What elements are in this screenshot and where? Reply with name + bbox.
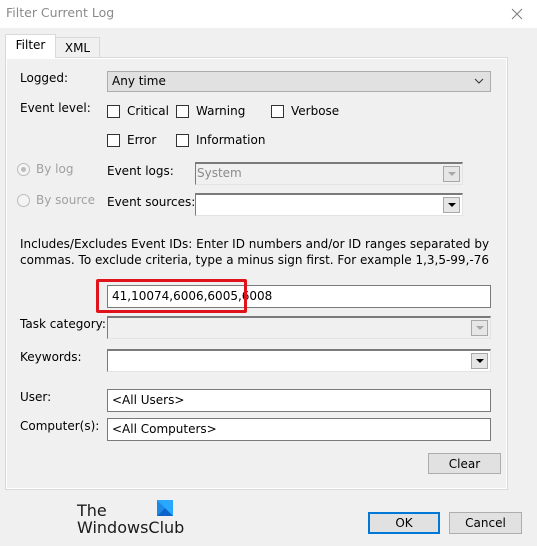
checkbox-box[interactable] bbox=[107, 133, 120, 147]
by-source-radio[interactable]: By source bbox=[17, 193, 95, 207]
title-bar: Filter Current Log bbox=[0, 0, 537, 28]
logged-select[interactable]: Any time bbox=[107, 71, 491, 92]
information-checkbox[interactable]: Information bbox=[176, 133, 265, 147]
by-log-label: By log bbox=[36, 162, 74, 176]
event-ids-input[interactable]: 41,10074,6006,6005,6008 bbox=[107, 285, 491, 308]
event-level-label: Event level: bbox=[20, 101, 91, 115]
critical-checkbox[interactable]: Critical bbox=[107, 104, 169, 118]
checkbox-box[interactable] bbox=[271, 104, 284, 118]
close-button[interactable] bbox=[497, 0, 537, 28]
radio-selected-icon[interactable] bbox=[17, 162, 30, 176]
dropdown-arrow-icon[interactable] bbox=[471, 353, 488, 369]
task-category-label: Task category: bbox=[20, 317, 106, 331]
tab-xml[interactable]: XML bbox=[55, 37, 100, 57]
watermark-line2: WindowsClub bbox=[77, 518, 185, 537]
error-label: Error bbox=[127, 133, 157, 147]
user-label: User: bbox=[20, 390, 52, 404]
logged-label: Logged: bbox=[20, 71, 69, 85]
logged-value: Any time bbox=[112, 74, 166, 88]
checkbox-box[interactable] bbox=[107, 104, 120, 118]
verbose-label: Verbose bbox=[291, 104, 340, 118]
clear-button[interactable]: Clear bbox=[428, 453, 501, 474]
checkbox-box[interactable] bbox=[176, 104, 189, 118]
computers-label: Computer(s): bbox=[20, 419, 100, 433]
by-source-label: By source bbox=[36, 193, 95, 207]
window-title: Filter Current Log bbox=[6, 5, 115, 20]
dropdown-arrow-icon[interactable] bbox=[443, 197, 460, 213]
radio-icon[interactable] bbox=[17, 193, 30, 207]
dropdown-arrow-icon[interactable] bbox=[443, 166, 460, 182]
dropdown-arrow-icon[interactable] bbox=[471, 320, 488, 336]
warning-label: Warning bbox=[196, 104, 246, 118]
keywords-dropdown[interactable] bbox=[107, 349, 491, 372]
keywords-label: Keywords: bbox=[20, 350, 82, 364]
cancel-button[interactable]: Cancel bbox=[449, 512, 522, 534]
critical-label: Critical bbox=[127, 104, 169, 118]
checkbox-box[interactable] bbox=[176, 133, 189, 147]
event-logs-value: System bbox=[197, 166, 242, 180]
computers-value: <All Computers> bbox=[112, 422, 217, 436]
user-value: <All Users> bbox=[112, 393, 185, 407]
warning-checkbox[interactable]: Warning bbox=[176, 104, 245, 118]
verbose-checkbox[interactable]: Verbose bbox=[271, 104, 339, 118]
event-sources-dropdown[interactable] bbox=[195, 193, 463, 216]
chevron-down-icon bbox=[474, 78, 484, 84]
windows-logo-icon bbox=[157, 500, 173, 516]
task-category-dropdown[interactable] bbox=[107, 316, 491, 339]
event-sources-label: Event sources: bbox=[107, 195, 196, 209]
error-checkbox[interactable]: Error bbox=[107, 133, 156, 147]
tab-filter[interactable]: Filter bbox=[5, 34, 56, 58]
event-ids-value: 41,10074,6006,6005,6008 bbox=[112, 289, 273, 303]
event-ids-help-text: Includes/Excludes Event IDs: Enter ID nu… bbox=[20, 237, 490, 267]
by-log-radio[interactable]: By log bbox=[17, 162, 73, 176]
event-logs-label: Event logs: bbox=[107, 164, 174, 178]
ok-button[interactable]: OK bbox=[368, 512, 440, 534]
computers-input[interactable]: <All Computers> bbox=[107, 418, 491, 441]
close-icon bbox=[511, 8, 523, 20]
event-logs-dropdown[interactable]: System bbox=[195, 162, 463, 185]
information-label: Information bbox=[196, 133, 266, 147]
user-input[interactable]: <All Users> bbox=[107, 389, 491, 412]
